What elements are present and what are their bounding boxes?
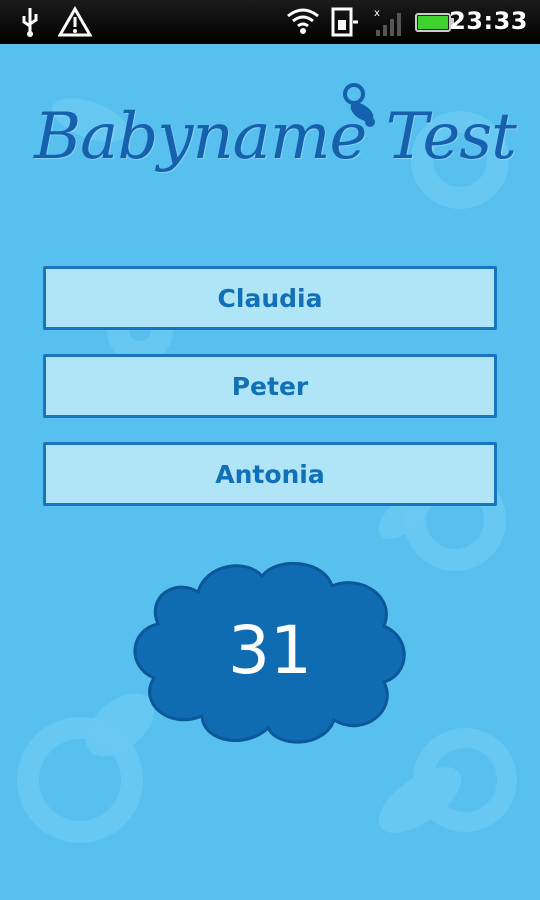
logo-text: Babyname Test — [34, 100, 517, 174]
wifi-icon — [287, 8, 319, 34]
svg-text:x: x — [374, 8, 380, 19]
warning-icon — [58, 6, 92, 37]
name-button-3[interactable]: Antonia — [43, 442, 497, 506]
signal-icon: x — [374, 8, 401, 36]
name-button-1[interactable]: Claudia — [43, 266, 497, 330]
status-bar: x 23:33 — [0, 0, 540, 44]
score-cloud: 31 — [128, 552, 412, 748]
name-button-2[interactable]: Peter — [43, 354, 497, 418]
score-value: 31 — [228, 611, 312, 689]
sim-icon — [331, 7, 358, 37]
clock: 23:33 — [449, 7, 528, 35]
usb-icon — [22, 8, 38, 37]
app-logo: Babyname Test — [30, 82, 520, 222]
